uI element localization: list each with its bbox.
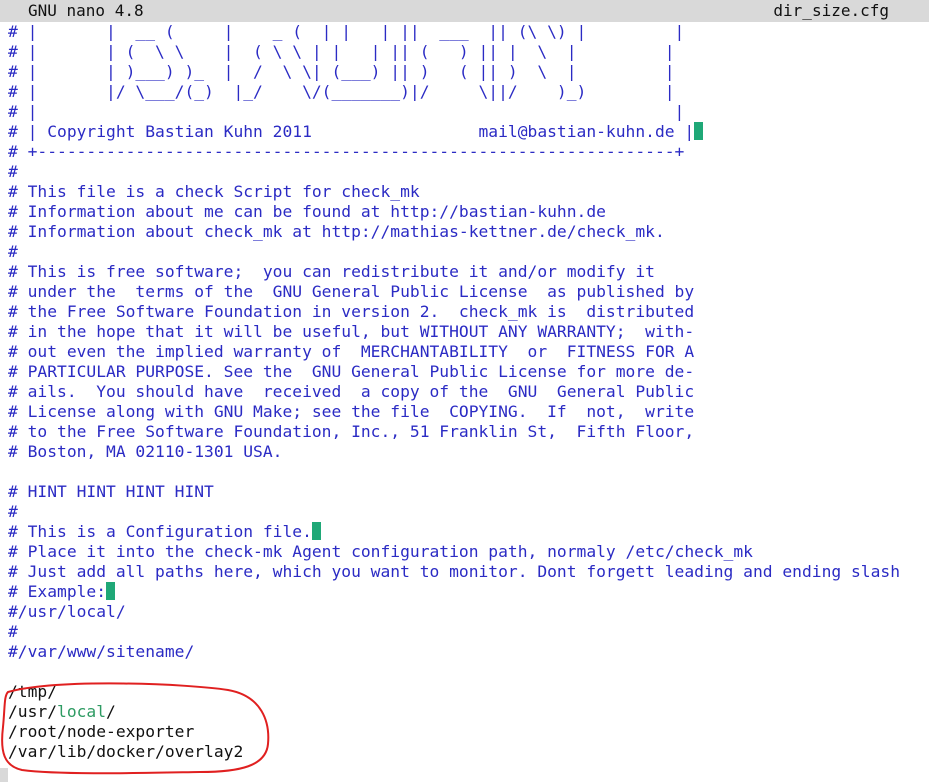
line-text-segment: / (106, 702, 116, 721)
editor-text-area[interactable]: # | | __ ( | _ ( | | | || ___ || (\ \) |… (8, 22, 929, 782)
comment-text: # This is free software; you can redistr… (8, 262, 655, 281)
comment-text: # +-------------------------------------… (8, 142, 685, 161)
text-line[interactable]: # Place it into the check-mk Agent confi… (8, 542, 929, 562)
text-line[interactable]: # ails. You should have received a copy … (8, 382, 929, 402)
scroll-indicator (0, 768, 8, 782)
comment-text: # Information about me can be found at h… (8, 202, 606, 221)
comment-text: # Just add all paths here, which you wan… (8, 562, 900, 581)
comment-text: #/usr/local/ (8, 602, 126, 621)
comment-text: # out even the implied warranty of MERCH… (8, 342, 695, 361)
text-line[interactable]: # (8, 242, 929, 262)
text-line[interactable]: # Example: (8, 582, 929, 602)
text-line[interactable]: # | | )___) )_ | / \ \| (___) || ) ( || … (8, 62, 929, 82)
comment-text: # Information about check_mk at http://m… (8, 222, 665, 241)
comment-text: # | | __ ( | _ ( | | | || ___ || (\ \) |… (8, 22, 685, 41)
text-line[interactable]: # PARTICULAR PURPOSE. See the GNU Genera… (8, 362, 929, 382)
text-line[interactable]: #/var/www/sitename/ (8, 642, 929, 662)
comment-text: # (8, 622, 18, 641)
comment-text: # | |/ \___/(_) |_/ \/(_______)|/ \||/ )… (8, 82, 675, 101)
trailing-whitespace-marker (694, 122, 704, 140)
highlighted-keyword: local (57, 702, 107, 721)
comment-text: # This file is a check Script for check_… (8, 182, 420, 201)
text-line[interactable]: # This is a Configuration file. (8, 522, 929, 542)
path-entry-text: /var/lib/docker/overlay2 (8, 742, 244, 761)
comment-text: # | | )___) )_ | / \ \| (___) || ) ( || … (8, 62, 675, 81)
text-line[interactable]: /tmp/ (8, 682, 929, 702)
comment-text: # | | (8, 102, 685, 121)
comment-text: # License along with GNU Make; see the f… (8, 402, 695, 421)
comment-text: # Example: (8, 582, 107, 601)
text-line[interactable]: # | |/ \___/(_) |_/ \/(_______)|/ \||/ )… (8, 82, 929, 102)
text-line[interactable]: # | | ( \ \ | ( \ \ | | | || ( ) || | \ … (8, 42, 929, 62)
file-name-label: dir_size.cfg (773, 1, 889, 20)
text-line[interactable]: # (8, 622, 929, 642)
comment-text: # Place it into the check-mk Agent confi… (8, 542, 753, 561)
comment-text: # PARTICULAR PURPOSE. See the GNU Genera… (8, 362, 695, 381)
text-line[interactable]: #/usr/local/ (8, 602, 929, 622)
editor-version-label: GNU nano 4.8 (28, 1, 144, 20)
path-entry-text: /root/node-exporter (8, 722, 195, 741)
text-line[interactable]: # (8, 162, 929, 182)
text-line[interactable]: /usr/local/ (8, 702, 929, 722)
text-line[interactable]: # License along with GNU Make; see the f… (8, 402, 929, 422)
text-line[interactable]: /root/node-exporter (8, 722, 929, 742)
text-line[interactable] (8, 662, 929, 682)
text-line[interactable]: # out even the implied warranty of MERCH… (8, 342, 929, 362)
comment-text: #/var/www/sitename/ (8, 642, 195, 661)
path-entry-text: /tmp/ (8, 682, 58, 701)
trailing-whitespace-marker (311, 522, 321, 540)
comment-text: # | | ( \ \ | ( \ \ | | | || ( ) || | \ … (8, 42, 675, 61)
comment-text: # Boston, MA 02110-1301 USA. (8, 442, 283, 461)
text-line[interactable]: # HINT HINT HINT HINT (8, 482, 929, 502)
text-line[interactable]: /var/lib/docker/overlay2 (8, 742, 929, 762)
text-line[interactable] (8, 462, 929, 482)
text-line[interactable]: # This is free software; you can redistr… (8, 262, 929, 282)
comment-text: # the Free Software Foundation in versio… (8, 302, 695, 321)
text-line[interactable]: # in the hope that it will be useful, bu… (8, 322, 929, 342)
text-line[interactable]: # to the Free Software Foundation, Inc.,… (8, 422, 929, 442)
text-line[interactable]: # Information about check_mk at http://m… (8, 222, 929, 242)
comment-text: # | Copyright Bastian Kuhn 2011 mail@bas… (8, 122, 695, 141)
text-line[interactable]: # under the terms of the GNU General Pub… (8, 282, 929, 302)
text-line[interactable]: # Boston, MA 02110-1301 USA. (8, 442, 929, 462)
text-line[interactable]: # the Free Software Foundation in versio… (8, 302, 929, 322)
comment-text: # to the Free Software Foundation, Inc.,… (8, 422, 695, 441)
text-line[interactable]: # | | (8, 102, 929, 122)
text-line[interactable]: # | | __ ( | _ ( | | | || ___ || (\ \) |… (8, 22, 929, 42)
text-line[interactable]: # This file is a check Script for check_… (8, 182, 929, 202)
trailing-whitespace-marker (106, 582, 116, 600)
comment-text: # under the terms of the GNU General Pub… (8, 282, 695, 301)
text-line[interactable]: # (8, 502, 929, 522)
text-line[interactable]: # Just add all paths here, which you wan… (8, 562, 929, 582)
comment-text: # (8, 502, 18, 521)
comment-text: # ails. You should have received a copy … (8, 382, 695, 401)
text-line[interactable]: # Information about me can be found at h… (8, 202, 929, 222)
line-text-segment: /usr/ (8, 702, 58, 721)
comment-text: # This is a Configuration file. (8, 522, 312, 541)
comment-text: # HINT HINT HINT HINT (8, 482, 214, 501)
comment-text: # (8, 242, 18, 261)
text-line[interactable]: # | Copyright Bastian Kuhn 2011 mail@bas… (8, 122, 929, 142)
comment-text: # in the hope that it will be useful, bu… (8, 322, 695, 341)
text-line[interactable]: # +-------------------------------------… (8, 142, 929, 162)
comment-text: # (8, 162, 18, 181)
nano-titlebar: GNU nano 4.8 dir_size.cfg (0, 0, 929, 22)
